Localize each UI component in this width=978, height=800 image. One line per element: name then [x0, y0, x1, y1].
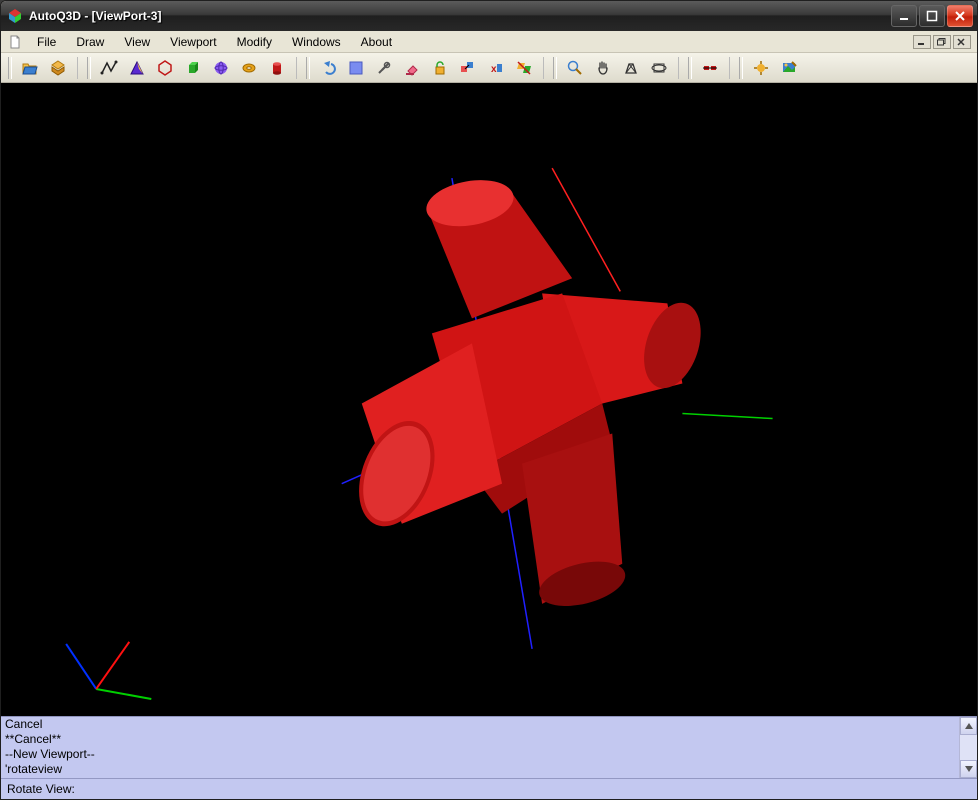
- toolbar-handle[interactable]: [306, 57, 310, 79]
- toolbar: x: [1, 53, 977, 83]
- fill-icon[interactable]: [343, 56, 369, 80]
- menu-windows[interactable]: Windows: [282, 33, 351, 51]
- zoom-icon[interactable]: [562, 56, 588, 80]
- maximize-button[interactable]: [919, 5, 945, 27]
- command-input-row: Rotate View:: [1, 779, 977, 799]
- command-log: Cancel **Cancel** --New Viewport-- 'rota…: [1, 717, 977, 779]
- log-line: Cancel: [5, 717, 955, 732]
- menu-viewport[interactable]: Viewport: [160, 33, 226, 51]
- render-icon[interactable]: [776, 56, 802, 80]
- command-log-lines: Cancel **Cancel** --New Viewport-- 'rota…: [1, 717, 959, 778]
- orbit-icon[interactable]: [646, 56, 672, 80]
- window-controls: [891, 5, 973, 27]
- titlebar[interactable]: AutoQ3D - [ViewPort-3]: [1, 1, 977, 31]
- document-icon[interactable]: [7, 34, 23, 50]
- menu-file[interactable]: File: [27, 33, 66, 51]
- axis-gizmo: [66, 642, 151, 699]
- toolbar-handle[interactable]: [87, 57, 91, 79]
- undo-icon[interactable]: [315, 56, 341, 80]
- perspective-icon[interactable]: [618, 56, 644, 80]
- log-scrollbar[interactable]: [959, 717, 977, 778]
- mdi-close-button[interactable]: [953, 35, 971, 49]
- menu-view[interactable]: View: [114, 33, 160, 51]
- command-input[interactable]: [77, 781, 975, 797]
- log-line: 'rotateview: [5, 762, 955, 777]
- hexagon-icon[interactable]: [152, 56, 178, 80]
- eraser-icon[interactable]: [399, 56, 425, 80]
- viewport-3d[interactable]: [1, 83, 977, 716]
- settings-icon[interactable]: [748, 56, 774, 80]
- polyline-icon[interactable]: [96, 56, 122, 80]
- sphere-icon[interactable]: [208, 56, 234, 80]
- command-panel: Cancel **Cancel** --New Viewport-- 'rota…: [1, 716, 977, 799]
- scroll-down-button[interactable]: [960, 760, 977, 778]
- toolbar-handle[interactable]: [8, 57, 12, 79]
- pan-icon[interactable]: [590, 56, 616, 80]
- app-window: AutoQ3D - [ViewPort-3] File Draw View Vi…: [0, 0, 978, 800]
- mdi-restore-button[interactable]: [933, 35, 951, 49]
- save-icon[interactable]: [45, 56, 71, 80]
- unlock-icon[interactable]: [427, 56, 453, 80]
- delete-vertex-icon[interactable]: x: [483, 56, 509, 80]
- menu-about[interactable]: About: [351, 33, 402, 51]
- red-cross-solid: [345, 174, 711, 614]
- mdi-controls: [913, 35, 977, 49]
- open-icon[interactable]: [17, 56, 43, 80]
- minimize-button[interactable]: [891, 5, 917, 27]
- ungroup-icon[interactable]: [511, 56, 537, 80]
- app-icon: [7, 8, 23, 24]
- toolbar-handle[interactable]: [553, 57, 557, 79]
- mdi-minimize-button[interactable]: [913, 35, 931, 49]
- menu-draw[interactable]: Draw: [66, 33, 114, 51]
- tools-icon[interactable]: [371, 56, 397, 80]
- triangle-icon[interactable]: [124, 56, 150, 80]
- menu-modify[interactable]: Modify: [227, 33, 282, 51]
- cube-icon[interactable]: [180, 56, 206, 80]
- group-icon[interactable]: [455, 56, 481, 80]
- toolbar-handle[interactable]: [688, 57, 692, 79]
- align-icon[interactable]: [697, 56, 723, 80]
- svg-text:x: x: [491, 64, 497, 75]
- close-button[interactable]: [947, 5, 973, 27]
- log-line: --New Viewport--: [5, 747, 955, 762]
- toolbar-handle[interactable]: [739, 57, 743, 79]
- scroll-up-button[interactable]: [960, 717, 977, 735]
- window-title: AutoQ3D - [ViewPort-3]: [29, 9, 891, 23]
- menubar: File Draw View Viewport Modify Windows A…: [1, 31, 977, 53]
- torus-icon[interactable]: [236, 56, 262, 80]
- log-line: **Cancel**: [5, 732, 955, 747]
- cylinder-icon[interactable]: [264, 56, 290, 80]
- command-prompt-label: Rotate View:: [3, 782, 77, 796]
